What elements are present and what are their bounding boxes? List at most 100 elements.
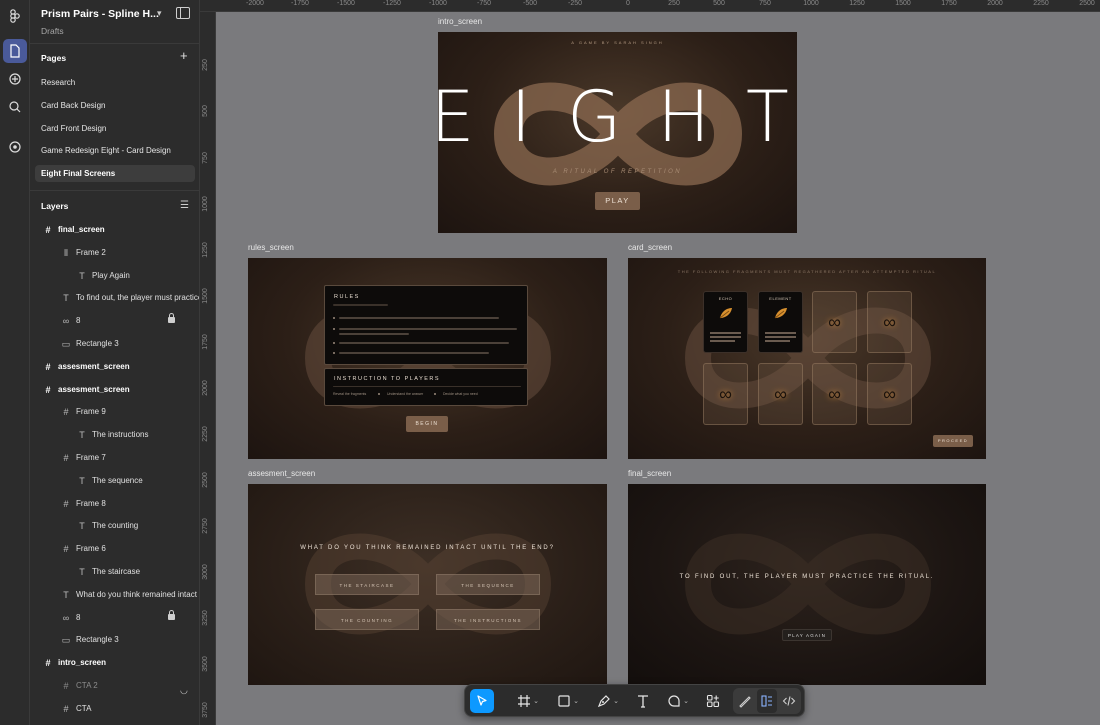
face-down-card[interactable]: ∞ xyxy=(867,363,912,425)
layer-label: The counting xyxy=(92,521,139,531)
frame-label[interactable]: intro_screen xyxy=(438,17,482,26)
components-tool-icon[interactable] xyxy=(701,689,725,713)
card-title: ELEMENT xyxy=(769,296,792,301)
intro-screen-frame[interactable]: A GAME BY SARAH SINGH EIGHT A RITUAL OF … xyxy=(438,32,797,233)
layer-row[interactable]: T The staircase xyxy=(30,562,199,582)
card-screen-frame[interactable]: THE FOLLOWING FRAGMENTS MUST REGATHERED … xyxy=(628,258,986,459)
layer-row[interactable]: T Play Again xyxy=(30,266,199,286)
sidebar-toggle-icon[interactable] xyxy=(176,7,190,19)
text-icon: T xyxy=(79,567,85,577)
layer-row[interactable]: T What do you think remained intact until… xyxy=(30,585,199,605)
ruler-tick: 3500 xyxy=(202,656,209,672)
page-item[interactable]: Card Back Design xyxy=(35,97,195,114)
ruler-tick: -1750 xyxy=(291,0,309,7)
hidden-eye-icon[interactable]: ◡ xyxy=(180,680,188,696)
kicker-text: A GAME BY SARAH SINGH xyxy=(571,40,664,45)
layer-row[interactable]: # CTA 2 ◡ xyxy=(30,676,199,696)
collapse-layers-icon[interactable]: ☰ xyxy=(180,200,189,211)
revealed-card[interactable]: ELEMENT xyxy=(758,291,803,353)
final-screen-frame[interactable]: TO FIND OUT, THE PLAYER MUST PRACTICE TH… xyxy=(628,484,986,685)
layer-row[interactable]: # Frame 6 xyxy=(30,539,199,559)
infinity-icon: ∞ xyxy=(883,384,896,404)
search-icon[interactable] xyxy=(3,95,27,119)
figma-menu-icon[interactable] xyxy=(3,4,27,28)
canvas[interactable]: intro_screen A GAME BY SARAH SINGH EIGHT… xyxy=(216,12,1100,725)
frame-label[interactable]: rules_screen xyxy=(248,243,294,252)
comment-tool-icon[interactable]: ⌄ xyxy=(661,689,695,713)
layer-row[interactable]: T The instructions xyxy=(30,425,199,445)
frame-tool-icon[interactable]: ⌄ xyxy=(511,689,545,713)
layer-label: The instructions xyxy=(92,430,149,440)
layer-row[interactable]: ▭ Rectangle 3 xyxy=(30,334,199,354)
layer-row[interactable]: # assesment_screen xyxy=(30,357,199,377)
plugins-icon[interactable] xyxy=(3,135,27,159)
mode-switcher xyxy=(733,688,801,714)
play-button[interactable]: PLAY xyxy=(595,192,640,210)
text-tool-icon[interactable] xyxy=(631,689,655,713)
layer-row[interactable]: ∞ 8 xyxy=(30,608,199,628)
page-item[interactable]: Card Front Design xyxy=(35,120,195,137)
page-item-selected[interactable]: Eight Final Screens xyxy=(35,165,195,182)
layer-row[interactable]: # final_screen xyxy=(30,220,199,240)
ruler-tick: 750 xyxy=(202,152,209,164)
revealed-card[interactable]: ECHO xyxy=(703,291,748,353)
layer-row[interactable]: T To find out, the player must practice t… xyxy=(30,288,199,308)
ruler-tick: 1250 xyxy=(849,0,865,7)
add-page-icon[interactable]: + xyxy=(180,49,188,62)
ruler-tick: 1250 xyxy=(202,242,209,258)
bullet xyxy=(434,393,436,395)
frame-icon: # xyxy=(45,225,51,235)
dev-mode-icon[interactable] xyxy=(779,689,799,713)
layer-row[interactable]: # CTA xyxy=(30,699,199,719)
layer-row[interactable]: ▭ Rectangle 3 xyxy=(30,630,199,650)
frame-icon: # xyxy=(45,384,51,395)
layer-row[interactable]: # intro_screen xyxy=(30,653,199,673)
file-icon[interactable] xyxy=(3,39,27,63)
chevron-down-icon[interactable]: ▾ xyxy=(157,8,162,19)
face-down-card[interactable]: ∞ xyxy=(812,291,857,353)
layer-label: 8 xyxy=(76,612,81,622)
face-down-card[interactable]: ∞ xyxy=(867,291,912,353)
page-item[interactable]: Research xyxy=(35,74,195,91)
play-again-button[interactable]: PLAY AGAIN xyxy=(782,629,832,641)
face-down-card[interactable]: ∞ xyxy=(758,363,803,425)
layer-row[interactable]: ⫴ Frame 2 xyxy=(30,243,199,263)
face-down-card[interactable]: ∞ xyxy=(703,363,748,425)
face-down-card[interactable]: ∞ xyxy=(812,363,857,425)
layer-row[interactable]: # assesment_screen xyxy=(30,380,199,400)
begin-button[interactable]: BEGIN xyxy=(406,416,448,432)
frame-label[interactable]: card_screen xyxy=(628,243,672,252)
move-tool-icon[interactable] xyxy=(470,689,494,713)
answer-button[interactable]: THE INSTRUCTIONS xyxy=(436,609,540,630)
lock-icon[interactable] xyxy=(168,609,175,620)
file-title[interactable]: Prism Pairs - Spline H... xyxy=(41,8,159,20)
answer-button[interactable]: THE STAIRCASE xyxy=(315,574,419,595)
frame-label[interactable]: assesment_screen xyxy=(248,469,315,478)
proceed-button[interactable]: PROCEED xyxy=(933,435,973,447)
assessment-screen-frame[interactable]: WHAT DO YOU THINK REMAINED INTACT UNTIL … xyxy=(248,484,607,685)
frame-icon: # xyxy=(63,681,69,691)
file-location[interactable]: Drafts xyxy=(41,26,64,36)
assets-icon[interactable] xyxy=(3,67,27,91)
layer-row[interactable]: # Frame 7 xyxy=(30,448,199,468)
page-item[interactable]: Game Redesign Eight - Card Design xyxy=(35,142,195,159)
design-mode-icon[interactable] xyxy=(757,689,777,713)
answer-button[interactable]: THE COUNTING xyxy=(315,609,419,630)
draw-mode-icon[interactable] xyxy=(735,689,755,713)
answer-button[interactable]: THE SEQUENCE xyxy=(436,574,540,595)
ruler-tick: 2250 xyxy=(1033,0,1049,7)
layer-row[interactable]: T The counting xyxy=(30,516,199,536)
layer-row[interactable]: # Frame 8 xyxy=(30,494,199,514)
rectangle-tool-icon[interactable]: ⌄ xyxy=(551,689,585,713)
pen-tool-icon[interactable]: ⌄ xyxy=(591,689,625,713)
ruler-tick: -500 xyxy=(522,0,538,7)
rules-screen-frame[interactable]: RULES INSTRUCTION TO PLAYERS Reveal the … xyxy=(248,258,607,459)
lock-icon[interactable] xyxy=(168,313,175,324)
ruler-tick: -1500 xyxy=(337,0,355,7)
frame-label[interactable]: final_screen xyxy=(628,469,671,478)
layer-row[interactable]: T The sequence xyxy=(30,471,199,491)
layer-row[interactable]: ∞ 8 xyxy=(30,311,199,331)
layer-row[interactable]: # Frame 9 xyxy=(30,402,199,422)
instruction-item: Understand the answer xyxy=(387,392,424,396)
text-line xyxy=(765,336,796,338)
